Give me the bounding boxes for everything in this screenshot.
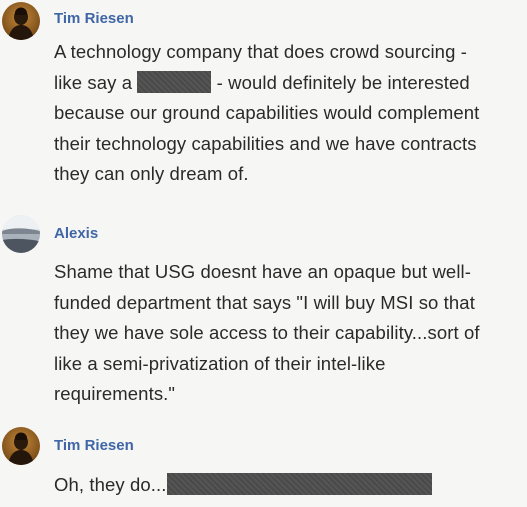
message-text: Shame that USG doesnt have an opaque but… [54,257,522,410]
message-line: like say a - would definitely be interes… [54,68,522,99]
message-text: Oh, they do... [54,470,522,501]
avatar[interactable] [2,215,40,253]
message-line: their technology capabilities and we hav… [54,132,477,154]
person-portrait-icon [2,2,40,40]
redaction-block [137,70,212,93]
author-name[interactable]: Tim Riesen [54,10,134,27]
redaction-block [167,473,433,496]
avatar[interactable] [2,2,40,40]
author-name[interactable]: Alexis [54,225,98,242]
message-text-segment: Oh, they do... [54,474,167,495]
message-line: they we have sole access to their capabi… [54,322,480,343]
message-text-segment: like say a [54,71,133,93]
message-thread: Tim Riesen A technology company that doe… [0,0,527,507]
avatar[interactable] [2,427,40,465]
message-line: they can only dream of. [54,163,249,184]
person-portrait-icon [2,427,40,465]
message-line: Shame that USG doesnt have an opaque but… [54,261,472,282]
message-line: like a semi-privatization of their intel… [54,352,386,374]
message-text-segment: - would definitely be interested [216,71,470,93]
message-text: A technology company that does crowd sou… [54,37,522,190]
message-line: because our ground capabilities would co… [54,102,480,123]
message-line: Oh, they do... [54,470,522,501]
author-name[interactable]: Tim Riesen [54,437,134,454]
message-line: funded department that says "I will buy … [54,291,475,313]
message-line: A technology company that does crowd sou… [54,41,467,62]
landscape-icon [2,215,40,253]
message-line: requirements." [54,383,176,404]
